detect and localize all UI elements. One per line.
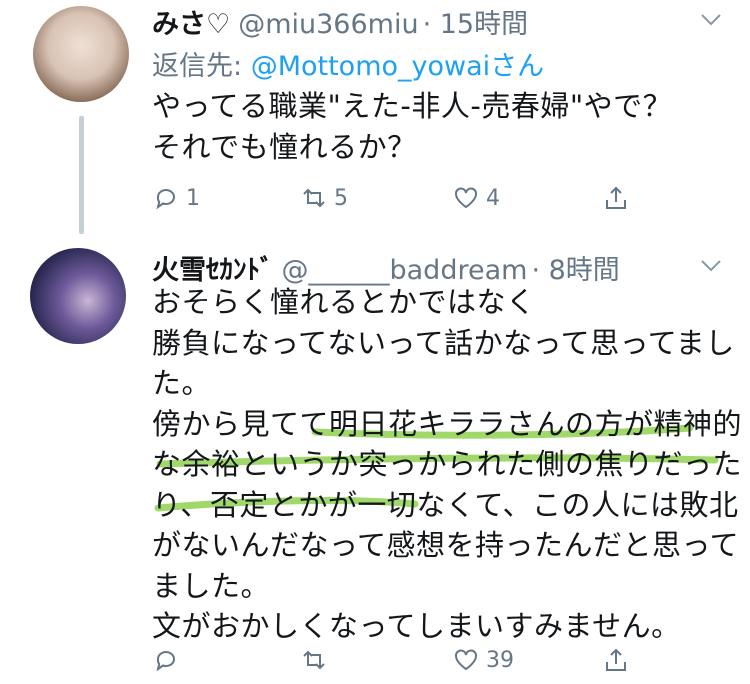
reply-icon	[156, 651, 175, 672]
like-icon	[455, 649, 477, 671]
retweet-icon	[303, 650, 325, 670]
like-count: 4	[486, 185, 500, 211]
avatar[interactable]	[33, 6, 129, 102]
tweet-actions: 1 5 4	[152, 184, 712, 220]
chevron-down-icon[interactable]	[700, 12, 721, 32]
reply-to: 返信先: @Mottomo_yowaiさん	[152, 44, 544, 83]
tweet-actions: 39	[152, 646, 712, 682]
reply-button[interactable]: 1	[152, 184, 200, 212]
reply-suffix: さん	[490, 51, 545, 82]
chevron-down-icon[interactable]	[700, 258, 721, 278]
retweet-icon	[303, 188, 325, 208]
tweet-header: みさ♡ @miu366miu · 15時間	[152, 2, 528, 41]
share-button[interactable]	[602, 646, 630, 674]
retweet-button[interactable]	[300, 646, 334, 674]
reply-prefix: 返信先:	[152, 51, 251, 82]
tweet-text: やってる職業"えた-非人-売春婦"やで？ それでも憧れるか？	[152, 89, 673, 164]
tweet-2[interactable]: 火雪ｾｶﾝﾄﾞ @______baddream · 8時間 おそらく憧れるとかで…	[0, 240, 750, 684]
share-icon	[606, 186, 626, 209]
like-count: 39	[486, 647, 514, 673]
tweet-text: おそらく憧れるとかではなく 勝負になってないって話かなって思ってまし た。 傍か…	[152, 285, 743, 643]
reply-handle-link[interactable]: @Mottomo_yowai	[251, 51, 490, 82]
reply-icon	[156, 189, 175, 210]
like-button[interactable]: 4	[452, 184, 500, 212]
user-handle[interactable]: @miu366miu	[238, 9, 418, 40]
retweet-button[interactable]: 5	[300, 184, 348, 212]
display-name[interactable]: みさ♡	[152, 2, 230, 41]
share-button[interactable]	[602, 184, 630, 212]
reply-button[interactable]	[152, 646, 186, 674]
timestamp[interactable]: · 15時間	[423, 2, 529, 41]
share-icon	[606, 648, 626, 671]
like-icon	[455, 187, 477, 209]
reply-count: 1	[186, 185, 200, 211]
avatar[interactable]	[30, 248, 126, 344]
tweet-1[interactable]: みさ♡ @miu366miu · 15時間 返信先: @Mottomo_yowa…	[0, 0, 750, 240]
thread-connector	[79, 116, 84, 234]
retweet-count: 5	[334, 185, 348, 211]
like-button[interactable]: 39	[452, 646, 514, 674]
